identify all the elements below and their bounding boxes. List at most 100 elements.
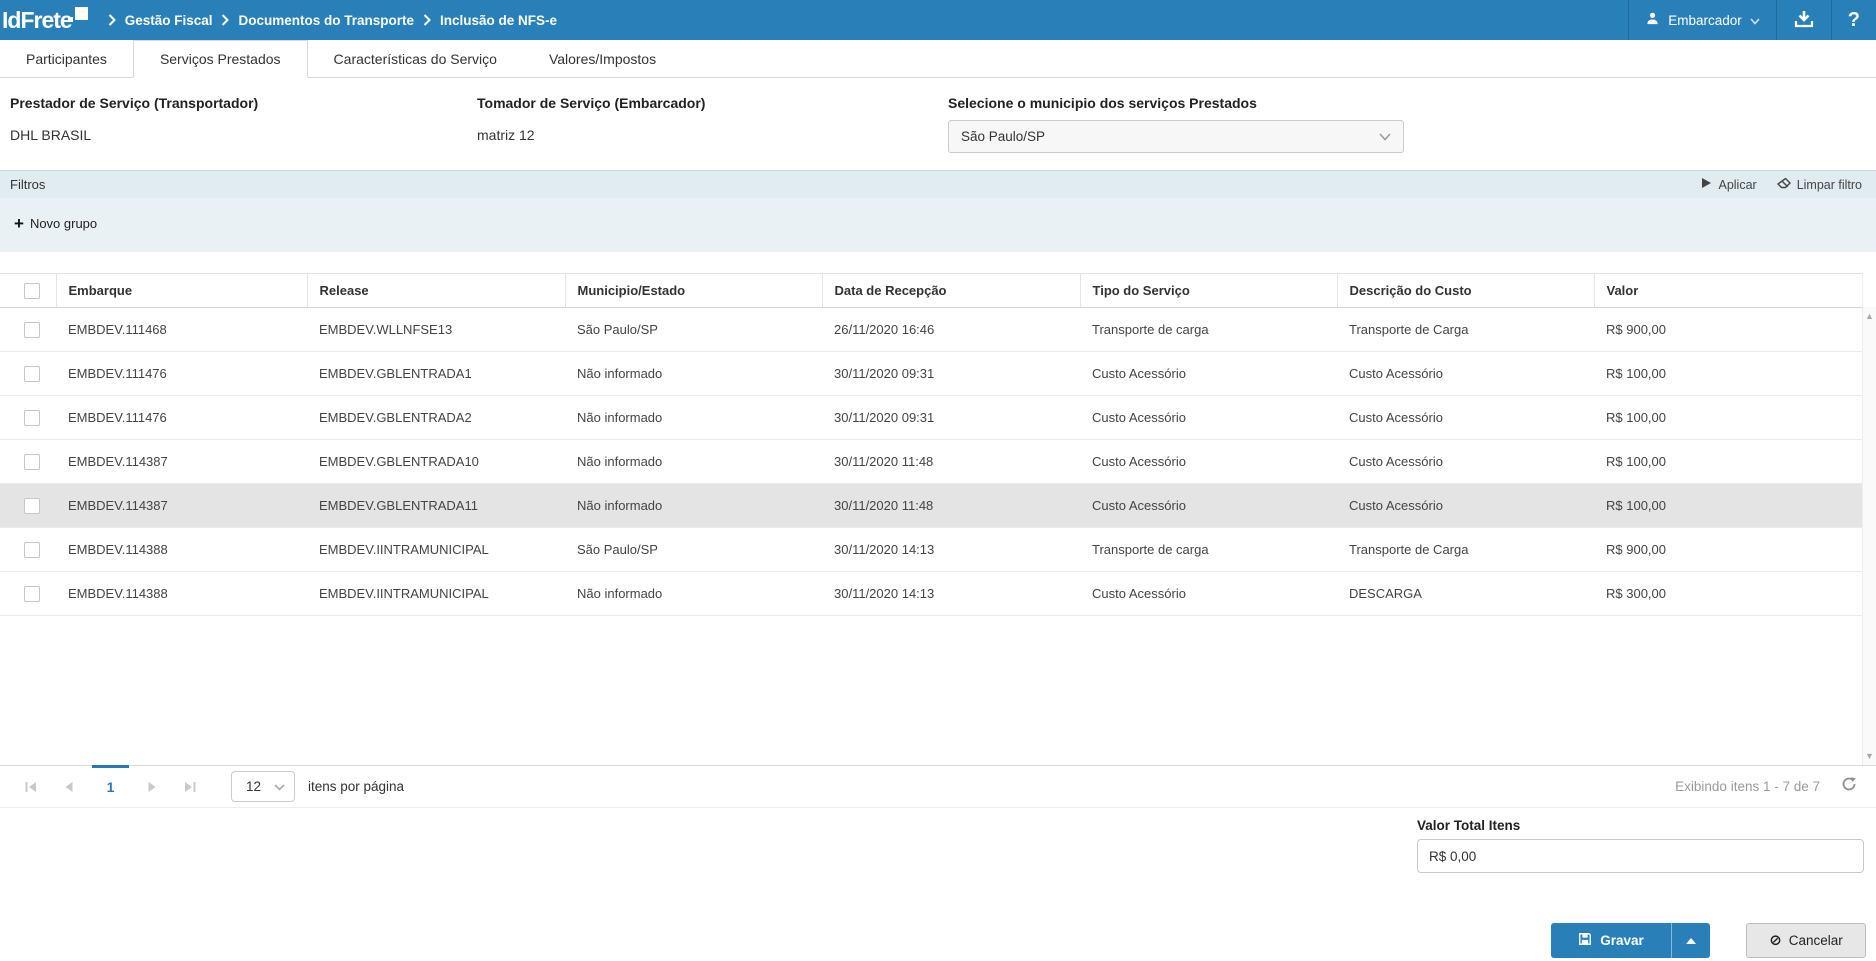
cell-descricao-custo: Custo Acessório (1337, 395, 1594, 440)
table-scrollbar[interactable]: ▲ ▼ (1862, 307, 1876, 765)
breadcrumb-item-gestao-fiscal[interactable]: Gestão Fiscal (125, 13, 213, 28)
new-group-button[interactable]: + Novo grupo (14, 215, 97, 232)
cell-embarque: EMBDEV.114388 (56, 571, 307, 616)
municipio-select[interactable]: São Paulo/SP (948, 120, 1404, 153)
user-icon (1645, 11, 1660, 29)
cell-municipio-estado: Não informado (565, 439, 822, 484)
cell-valor: R$ 900,00 (1594, 307, 1862, 352)
clear-filter-label: Limpar filtro (1796, 177, 1862, 192)
save-button[interactable]: Gravar (1551, 923, 1672, 958)
tab-caracteristicas-servico[interactable]: Características do Serviço (308, 40, 523, 77)
documents-table: Embarque Release Municipio/Estado Data d… (0, 273, 1876, 765)
page-number-1[interactable]: 1 (92, 779, 129, 795)
column-header-municipio-estado[interactable]: Municipio/Estado (565, 273, 823, 308)
cell-valor: R$ 900,00 (1594, 527, 1862, 572)
cell-release: EMBDEV.GBLENTRADA2 (307, 395, 565, 440)
download-button[interactable] (1775, 0, 1831, 40)
row-checkbox[interactable] (24, 541, 40, 558)
table-row[interactable]: EMBDEV.111476 EMBDEV.GBLENTRADA2 Não inf… (0, 395, 1862, 440)
filters-title: Filtros (10, 177, 46, 192)
clear-filter-button[interactable]: Limpar filtro (1776, 177, 1862, 193)
tomador-label: Tomador de Serviço (Embarcador) (477, 95, 706, 111)
breadcrumb-chevron-icon (108, 14, 116, 26)
cell-municipio-estado: Não informado (565, 351, 822, 396)
cell-release: EMBDEV.GBLENTRADA11 (307, 483, 565, 528)
current-page-indicator (92, 765, 129, 768)
column-header-tipo-servico[interactable]: Tipo do Serviço (1080, 273, 1338, 308)
user-menu-label: Embarcador (1668, 12, 1742, 28)
previous-page-button[interactable] (54, 772, 84, 802)
save-options-toggle[interactable] (1672, 923, 1710, 958)
row-select-cell (0, 571, 56, 616)
cell-descricao-custo: Transporte de Carga (1337, 307, 1594, 352)
scroll-down-icon[interactable]: ▼ (1863, 749, 1876, 763)
cell-release: EMBDEV.GBLENTRADA10 (307, 439, 565, 484)
nfse-inclusion-page: IdFrete Gestão Fiscal Documentos do Tran… (0, 0, 1876, 961)
row-select-cell (0, 307, 56, 352)
row-checkbox[interactable] (24, 409, 40, 426)
cell-tipo-servico: Transporte de carga (1080, 527, 1337, 572)
tab-servicos-prestados[interactable]: Serviços Prestados (132, 40, 308, 78)
breadcrumb-item-documentos-transporte[interactable]: Documentos do Transporte (238, 13, 414, 28)
cell-embarque: EMBDEV.114388 (56, 527, 307, 572)
logo-mark-icon (67, 7, 88, 22)
app-logo[interactable]: IdFrete (2, 2, 88, 38)
table-row[interactable]: EMBDEV.114387 EMBDEV.GBLENTRADA11 Não in… (0, 483, 1862, 528)
tomador-value: matriz 12 (477, 127, 535, 143)
cell-descricao-custo: Custo Acessório (1337, 483, 1594, 528)
cell-data-recepcao: 30/11/2020 09:31 (822, 351, 1080, 396)
column-header-release[interactable]: Release (307, 273, 566, 308)
topbar: IdFrete Gestão Fiscal Documentos do Tran… (0, 0, 1876, 40)
column-header-descricao-custo[interactable]: Descrição do Custo (1337, 273, 1595, 308)
table-header: Embarque Release Municipio/Estado Data d… (0, 273, 1863, 308)
chevron-down-icon (274, 779, 285, 794)
row-checkbox[interactable] (24, 453, 40, 470)
table-row[interactable]: EMBDEV.114387 EMBDEV.GBLENTRADA10 Não in… (0, 439, 1862, 484)
table-row[interactable]: EMBDEV.114388 EMBDEV.IINTRAMUNICIPAL São… (0, 527, 1862, 572)
column-header-valor[interactable]: Valor (1594, 273, 1863, 308)
table-row[interactable]: EMBDEV.111476 EMBDEV.GBLENTRADA1 Não inf… (0, 351, 1862, 396)
row-select-cell (0, 395, 56, 440)
caret-up-icon (1686, 937, 1696, 944)
cell-municipio-estado: São Paulo/SP (565, 307, 822, 352)
cell-tipo-servico: Custo Acessório (1080, 395, 1337, 440)
filters-actions: Aplicar Limpar filtro (1701, 177, 1862, 193)
user-menu[interactable]: Embarcador (1628, 0, 1776, 40)
refresh-button[interactable] (1840, 775, 1858, 798)
cell-valor: R$ 300,00 (1594, 571, 1862, 616)
first-page-button[interactable] (16, 772, 46, 802)
logo-text: IdFrete (2, 7, 73, 33)
table-row[interactable]: EMBDEV.111468 EMBDEV.WLLNFSE13 São Paulo… (0, 307, 1862, 352)
column-header-data-recepcao[interactable]: Data de Recepção (822, 273, 1081, 308)
row-select-cell (0, 527, 56, 572)
page-size-select[interactable]: 12 (231, 771, 295, 802)
apply-filter-button[interactable]: Aplicar (1701, 177, 1757, 193)
row-checkbox[interactable] (24, 321, 40, 338)
column-header-embarque[interactable]: Embarque (56, 273, 308, 308)
breadcrumb-item-inclusao-nfse[interactable]: Inclusão de NFS-e (440, 13, 557, 28)
row-checkbox[interactable] (24, 497, 40, 514)
play-icon (1701, 177, 1712, 192)
tab-valores-impostos[interactable]: Valores/Impostos (523, 40, 682, 77)
select-all-checkbox[interactable] (24, 282, 40, 299)
topbar-right: Embarcador ? (1628, 0, 1876, 40)
row-checkbox[interactable] (24, 365, 40, 382)
help-button[interactable]: ? (1830, 0, 1876, 40)
select-all-cell (0, 273, 57, 308)
table-row[interactable]: EMBDEV.114388 EMBDEV.IINTRAMUNICIPAL Não… (0, 571, 1862, 616)
new-group-label: Novo grupo (29, 216, 98, 231)
next-page-button[interactable] (137, 772, 167, 802)
scroll-up-icon[interactable]: ▲ (1863, 309, 1876, 323)
cancel-icon: ⊘ (1769, 932, 1782, 949)
tab-participantes[interactable]: Participantes (0, 40, 133, 77)
cell-data-recepcao: 30/11/2020 14:13 (822, 527, 1080, 572)
last-page-button[interactable] (175, 772, 205, 802)
cell-valor: R$ 100,00 (1594, 395, 1862, 440)
apply-filter-label: Aplicar (1718, 177, 1757, 192)
cell-tipo-servico: Custo Acessório (1080, 351, 1337, 396)
cancel-button[interactable]: ⊘ Cancelar (1746, 923, 1866, 958)
total-items-input[interactable]: R$ 0,00 (1417, 839, 1864, 873)
cell-descricao-custo: Transporte de Carga (1337, 527, 1594, 572)
cell-municipio-estado: São Paulo/SP (565, 527, 822, 572)
row-checkbox[interactable] (24, 585, 40, 602)
